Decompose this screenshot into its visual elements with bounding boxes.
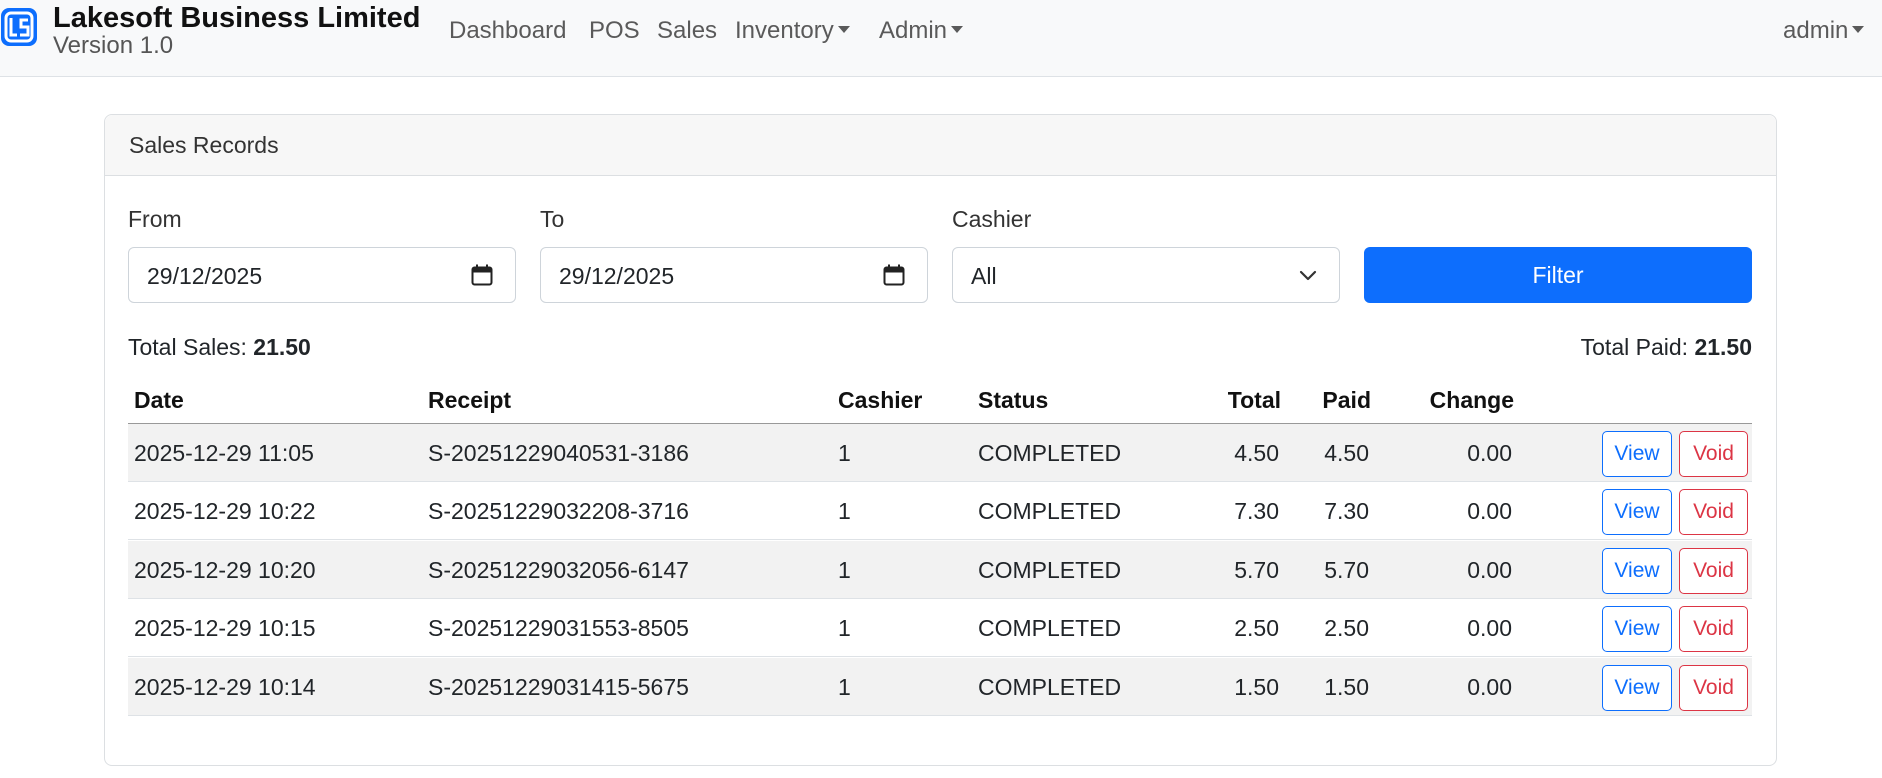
cell-receipt: S-20251229040531-3186 bbox=[428, 440, 689, 466]
table-row: 2025-12-29 10:15 S-20251229031553-8505 1 CO… bbox=[128, 599, 1752, 658]
col-header-paid: Paid bbox=[1322, 387, 1371, 413]
nav-sales[interactable]: Sales bbox=[657, 16, 717, 46]
void-button[interactable]: Void bbox=[1679, 547, 1748, 594]
from-label: From bbox=[128, 206, 182, 232]
col-header-cashier: Cashier bbox=[838, 387, 923, 413]
cell-change: 0.00 bbox=[1467, 556, 1512, 583]
cell-receipt: S-20251229031415-5675 bbox=[428, 673, 689, 700]
cell-cashier: 1 bbox=[838, 673, 851, 700]
cashier-select[interactable]: All bbox=[952, 247, 1340, 303]
total-sales: Total Sales: 21.50 bbox=[128, 332, 311, 362]
cashier-select-value: All bbox=[971, 263, 997, 289]
cell-date: 2025-12-29 10:15 bbox=[134, 615, 316, 642]
col-header-status: Status bbox=[978, 387, 1049, 413]
cell-receipt: S-20251229032056-6147 bbox=[428, 556, 689, 583]
cell-date: 2025-12-29 10:20 bbox=[134, 556, 316, 583]
nav-admin-dropdown[interactable]: Admin bbox=[879, 16, 964, 46]
cell-cashier: 1 bbox=[838, 498, 851, 525]
nav-admin-label: Admin bbox=[879, 17, 948, 44]
card-title: Sales Records bbox=[129, 132, 279, 158]
total-paid-label: Total Paid: bbox=[1580, 334, 1689, 360]
view-button[interactable]: View bbox=[1602, 431, 1672, 477]
nav-inventory-label: Inventory bbox=[735, 17, 834, 44]
view-button[interactable]: View bbox=[1602, 489, 1672, 536]
from-date-input[interactable]: 29/12/2025 bbox=[128, 247, 516, 303]
total-sales-label: Total Sales: bbox=[128, 334, 247, 360]
cell-date: 2025-12-29 11:05 bbox=[134, 440, 314, 466]
total-paid-value: 21.50 bbox=[1694, 334, 1752, 360]
navbar: Lakesoft Business Limited Version 1.0 Da… bbox=[0, 0, 1882, 77]
col-header-receipt: Receipt bbox=[428, 387, 512, 413]
cell-status: COMPLETED bbox=[978, 673, 1122, 700]
cell-cashier: 1 bbox=[838, 556, 851, 583]
chevron-down-icon bbox=[1299, 270, 1317, 281]
nav-pos[interactable]: POS bbox=[589, 16, 640, 46]
cell-status: COMPLETED bbox=[978, 556, 1122, 583]
nav-inventory-dropdown[interactable]: Inventory bbox=[735, 16, 850, 46]
cashier-label: Cashier bbox=[952, 206, 1032, 232]
void-button[interactable]: Void bbox=[1679, 606, 1748, 653]
void-button[interactable]: Void bbox=[1679, 489, 1748, 536]
caret-down-icon bbox=[951, 26, 964, 34]
cell-receipt: S-20251229031553-8505 bbox=[428, 615, 689, 642]
caret-down-icon bbox=[837, 26, 850, 34]
cell-change: 0.00 bbox=[1467, 498, 1512, 525]
from-date-value: 29/12/2025 bbox=[147, 263, 263, 289]
to-date-input[interactable]: 29/12/2025 bbox=[540, 247, 928, 303]
cell-status: COMPLETED bbox=[978, 440, 1122, 466]
cell-date: 2025-12-29 10:14 bbox=[134, 673, 316, 700]
calendar-icon[interactable] bbox=[471, 264, 493, 286]
cell-total: 7.30 bbox=[1234, 498, 1279, 525]
cell-change: 0.00 bbox=[1467, 673, 1512, 700]
cell-total: 4.50 bbox=[1234, 440, 1279, 466]
calendar-icon[interactable] bbox=[883, 264, 905, 286]
view-button[interactable]: View bbox=[1602, 664, 1672, 711]
cell-total: 5.70 bbox=[1234, 556, 1279, 583]
void-button[interactable]: Void bbox=[1679, 664, 1748, 711]
col-header-total: Total bbox=[1227, 387, 1281, 413]
cell-paid: 4.50 bbox=[1324, 440, 1369, 466]
user-menu-dropdown[interactable]: admin bbox=[1783, 16, 1865, 46]
cell-paid: 2.50 bbox=[1324, 615, 1369, 642]
cell-status: COMPLETED bbox=[978, 498, 1122, 525]
cell-status: COMPLETED bbox=[978, 615, 1122, 642]
col-header-change: Change bbox=[1429, 387, 1514, 413]
view-button[interactable]: View bbox=[1602, 606, 1672, 653]
table-row: 2025-12-29 10:22 S-20251229032208-3716 1 CO… bbox=[128, 482, 1752, 541]
total-paid: Total Paid: 21.50 bbox=[1581, 332, 1752, 362]
brand-version: Version 1.0 bbox=[53, 32, 174, 59]
to-date-value: 29/12/2025 bbox=[559, 263, 675, 289]
cell-total: 1.50 bbox=[1234, 673, 1279, 700]
total-sales-value: 21.50 bbox=[253, 334, 311, 360]
table-row: 2025-12-29 11:05 S-20251229040531-3186 1 CO… bbox=[128, 424, 1752, 482]
view-button[interactable]: View bbox=[1602, 547, 1672, 594]
cell-paid: 5.70 bbox=[1324, 556, 1369, 583]
cell-receipt: S-20251229032208-3716 bbox=[428, 498, 689, 525]
cell-change: 0.00 bbox=[1467, 615, 1512, 642]
table-row: 2025-12-29 10:20 S-20251229032056-6147 1 CO… bbox=[128, 540, 1752, 599]
table-row: 2025-12-29 10:14 S-20251229031415-5675 1 CO… bbox=[128, 657, 1752, 716]
ls-logo-icon[interactable] bbox=[0, 7, 38, 47]
filter-button[interactable]: Filter bbox=[1364, 247, 1752, 303]
card-header: Sales Records bbox=[105, 115, 1776, 176]
caret-down-icon bbox=[1852, 26, 1865, 34]
cell-paid: 7.30 bbox=[1324, 498, 1369, 525]
user-menu-label: admin bbox=[1783, 17, 1849, 44]
nav-dashboard[interactable]: Dashboard bbox=[449, 16, 566, 46]
to-label: To bbox=[540, 206, 565, 232]
col-header-date: Date bbox=[134, 387, 184, 413]
cell-paid: 1.50 bbox=[1324, 673, 1369, 700]
void-button[interactable]: Void bbox=[1679, 431, 1748, 477]
cell-change: 0.00 bbox=[1467, 440, 1512, 466]
cell-date: 2025-12-29 10:22 bbox=[134, 498, 316, 525]
cell-total: 2.50 bbox=[1234, 615, 1279, 642]
cell-cashier: 1 bbox=[838, 615, 851, 642]
cell-cashier: 1 bbox=[838, 440, 851, 466]
